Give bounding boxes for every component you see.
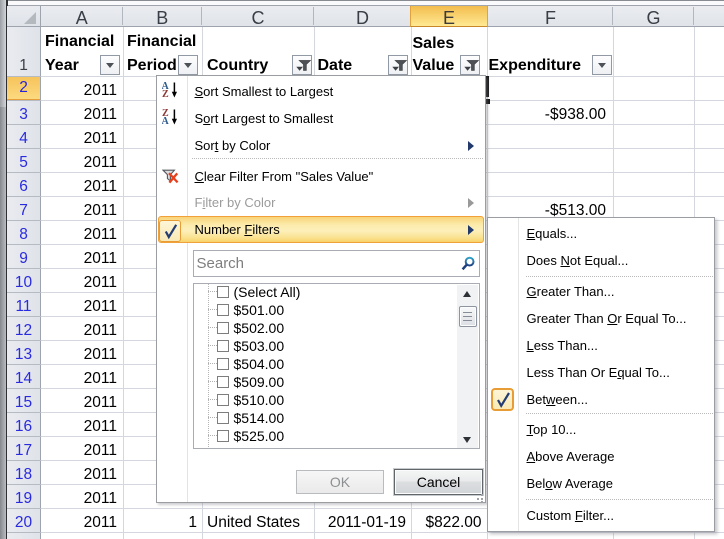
svg-text:A: A [162, 116, 170, 126]
svg-text:Z: Z [162, 89, 169, 99]
